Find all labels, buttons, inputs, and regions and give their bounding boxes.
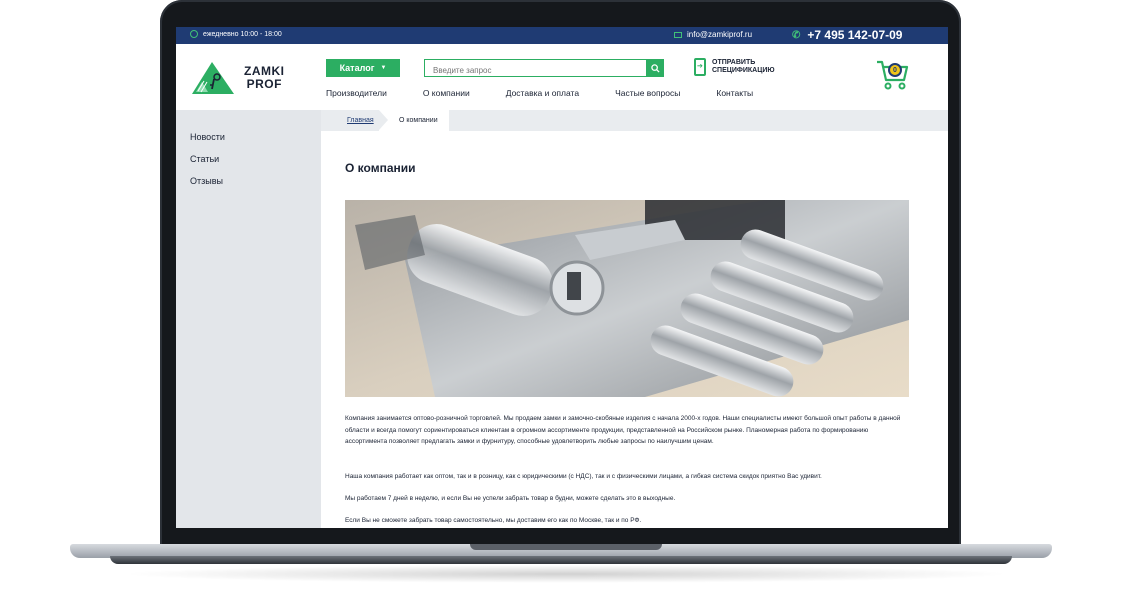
breadcrumb-separator <box>379 110 388 130</box>
spec-line-1: ОТПРАВИТЬ <box>712 59 756 66</box>
clock-icon <box>190 30 198 38</box>
phone-icon: ✆ <box>792 29 801 41</box>
sidebar-item-reviews[interactable]: Отзывы <box>190 176 223 186</box>
phone-link[interactable]: ✆ +7 495 142-07-09 <box>792 28 902 42</box>
spec-text: ОТПРАВИТЬ СПЕЦИФИКАЦИЮ <box>712 59 775 75</box>
about-paragraph-3: Мы работаем 7 дней в неделю, и если Вы н… <box>345 495 676 502</box>
sidebar: Новости Статьи Отзывы <box>176 110 321 528</box>
nav-item-about[interactable]: О компании <box>423 88 470 98</box>
about-paragraph-4: Если Вы не сможете забрать товар самосто… <box>345 517 642 524</box>
laptop-base-bottom <box>110 556 1012 564</box>
catalog-label: Каталог <box>339 63 375 73</box>
search-box <box>424 59 664 79</box>
logo-text: ZAMKI PROF <box>244 65 285 91</box>
cart-count-badge: 0 <box>888 63 902 77</box>
search-input[interactable] <box>425 62 653 79</box>
site-header: ZAMKI PROF Каталог ▼ ОТПРАВИТЬ СПЕЦИФИКА… <box>176 44 948 110</box>
hours-text: ежедневно 10:00 - 18:00 <box>203 30 282 38</box>
nav-item-contacts[interactable]: Контакты <box>716 88 753 98</box>
nav-item-delivery[interactable]: Доставка и оплата <box>506 88 579 98</box>
email-link[interactable]: info@zamkiprof.ru <box>674 30 752 39</box>
breadcrumb-current: О компании <box>399 117 438 124</box>
about-paragraph-1: Компания занимается оптово-розничной тор… <box>345 415 901 445</box>
nav-item-faq[interactable]: Частые вопросы <box>615 88 680 98</box>
email-text[interactable]: info@zamkiprof.ru <box>687 30 752 39</box>
spec-line-2: СПЕЦИФИКАЦИЮ <box>712 67 775 74</box>
page-title: О компании <box>345 161 416 175</box>
sidebar-item-articles[interactable]: Статьи <box>190 154 219 164</box>
search-button[interactable] <box>646 59 664 77</box>
phone-text[interactable]: +7 495 142-07-09 <box>807 28 902 42</box>
hero-image-locks <box>345 200 909 397</box>
breadcrumb: Главная О компании <box>321 110 948 131</box>
working-hours: ежедневно 10:00 - 18:00 <box>190 30 282 38</box>
laptop-notch <box>470 544 662 550</box>
document-send-icon <box>694 58 706 76</box>
search-icon <box>650 63 660 73</box>
chevron-down-icon: ▼ <box>380 65 387 71</box>
site-logo[interactable]: ZAMKI PROF <box>190 58 285 98</box>
about-paragraph-2: Наша компания работает как оптом, так и … <box>345 473 822 480</box>
catalog-button[interactable]: Каталог ▼ <box>326 59 400 77</box>
logo-key-icon <box>192 62 234 94</box>
mail-icon <box>674 31 682 38</box>
breadcrumb-home-link[interactable]: Главная <box>347 117 374 124</box>
send-spec-link[interactable]: ОТПРАВИТЬ СПЕЦИФИКАЦИЮ <box>694 58 775 76</box>
logo-line-2: PROF <box>246 77 282 91</box>
sidebar-item-news[interactable]: Новости <box>190 132 225 142</box>
device-shadow <box>120 565 1012 583</box>
top-bar: ежедневно 10:00 - 18:00 info@zamkiprof.r… <box>176 27 948 44</box>
cart-button[interactable]: 0 <box>876 58 910 92</box>
nav-item-manufacturers[interactable]: Производители <box>326 88 387 98</box>
browser-screen: ежедневно 10:00 - 18:00 info@zamkiprof.r… <box>176 27 948 528</box>
main-nav: Производители О компании Доставка и опла… <box>326 88 789 98</box>
